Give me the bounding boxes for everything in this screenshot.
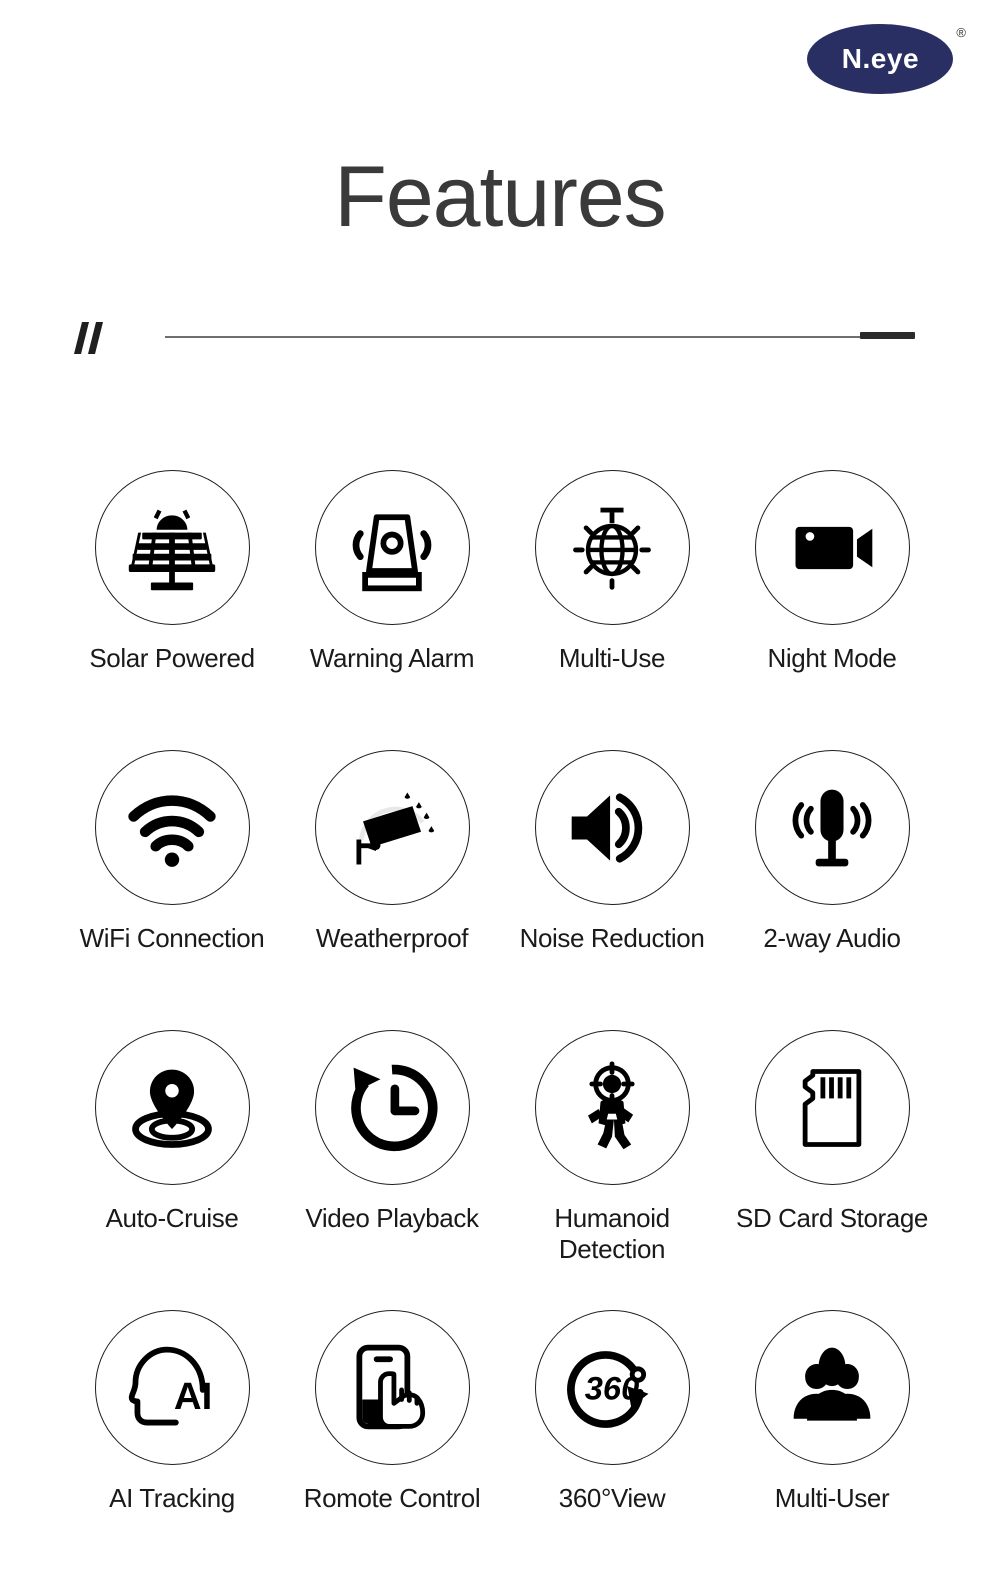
features-page: N.eye ® Features Solar Powered Warning A… [0, 0, 1000, 1588]
feature-item: SD Card Storage [722, 1030, 942, 1310]
solar-panel-icon [124, 500, 220, 596]
feature-label: Multi-Use [558, 643, 666, 673]
feature-label: Multi-User [774, 1483, 890, 1513]
sd-card-icon [784, 1060, 880, 1156]
night-camera-moon-icon [784, 500, 880, 596]
feature-label: Video Playback [305, 1203, 479, 1233]
feature-item: Solar Powered [62, 470, 282, 750]
double-slash-icon [74, 322, 116, 356]
brand-ellipse: N.eye [807, 24, 954, 94]
location-pin-ripple-icon [124, 1060, 220, 1156]
feature-icon-circle: 360 [534, 1310, 690, 1465]
wifi-signal-icon [124, 780, 220, 876]
clock-rewind-icon [344, 1060, 440, 1156]
360-rotation-icon: 360 [564, 1340, 660, 1436]
feature-item: WiFi Connection [62, 750, 282, 1030]
feature-label: SD Card Storage [736, 1203, 928, 1233]
features-grid: Solar Powered Warning Alarm Multi-Use Ni… [62, 470, 942, 1588]
feature-label: Auto-Cruise [105, 1203, 239, 1233]
feature-item: Night Mode [722, 470, 942, 750]
page-title: Features [334, 149, 666, 245]
camera-rain-icon [344, 780, 440, 876]
phone-touch-icon [344, 1340, 440, 1436]
feature-item: 360 360°View [502, 1310, 722, 1588]
feature-icon-circle [94, 750, 250, 905]
feature-label: Noise Reduction [519, 923, 705, 953]
feature-icon-circle: AI [94, 1310, 250, 1465]
feature-label: 2-way Audio [763, 923, 901, 953]
feature-label: WiFi Connection [79, 923, 265, 953]
feature-label: 360°View [558, 1483, 666, 1513]
feature-icon-circle [314, 470, 470, 625]
siren-alarm-icon [344, 500, 440, 596]
feature-icon-circle [754, 1030, 910, 1185]
divider-end-cap [860, 332, 915, 339]
feature-icon-circle [314, 750, 470, 905]
feature-icon-circle [534, 750, 690, 905]
feature-item: Humanoid Detection [502, 1030, 722, 1310]
divider-line [165, 336, 915, 338]
feature-label: Weatherproof [315, 923, 469, 953]
feature-icon-circle [754, 1310, 910, 1465]
feature-item: Multi-User [722, 1310, 942, 1588]
feature-item: Video Playback [282, 1030, 502, 1310]
feature-icon-circle [94, 1030, 250, 1185]
feature-icon-circle [314, 1310, 470, 1465]
feature-item: AI AI Tracking [62, 1310, 282, 1588]
disco-globe-icon [564, 500, 660, 596]
human-target-icon [564, 1060, 660, 1156]
speaker-waves-icon [564, 780, 660, 876]
feature-item: Romote Control [282, 1310, 502, 1588]
feature-item: Weatherproof [282, 750, 502, 1030]
brand-logo: N.eye ® [807, 24, 966, 94]
feature-item: Noise Reduction [502, 750, 722, 1030]
brand-name: N.eye [841, 43, 920, 74]
feature-item: 2-way Audio [722, 750, 942, 1030]
feature-item: Warning Alarm [282, 470, 502, 750]
feature-label: Night Mode [767, 643, 897, 673]
feature-icon-circle [314, 1030, 470, 1185]
feature-icon-circle [754, 470, 910, 625]
microphone-waves-icon [784, 780, 880, 876]
feature-label: Romote Control [303, 1483, 481, 1513]
feature-icon-circle [754, 750, 910, 905]
feature-icon-circle [534, 1030, 690, 1185]
feature-label: Solar Powered [89, 643, 255, 673]
feature-icon-circle [534, 470, 690, 625]
feature-label: Warning Alarm [309, 643, 475, 673]
feature-label: AI Tracking [109, 1483, 235, 1513]
feature-label: Humanoid Detection [554, 1203, 670, 1264]
feature-item: Multi-Use [502, 470, 722, 750]
feature-icon-circle [94, 470, 250, 625]
divider [0, 318, 1000, 360]
users-group-icon [784, 1340, 880, 1436]
ai-head-icon: AI [124, 1340, 220, 1436]
svg-text:AI: AI [174, 1375, 212, 1418]
feature-item: Auto-Cruise [62, 1030, 282, 1310]
registered-trademark-icon: ® [956, 25, 966, 40]
